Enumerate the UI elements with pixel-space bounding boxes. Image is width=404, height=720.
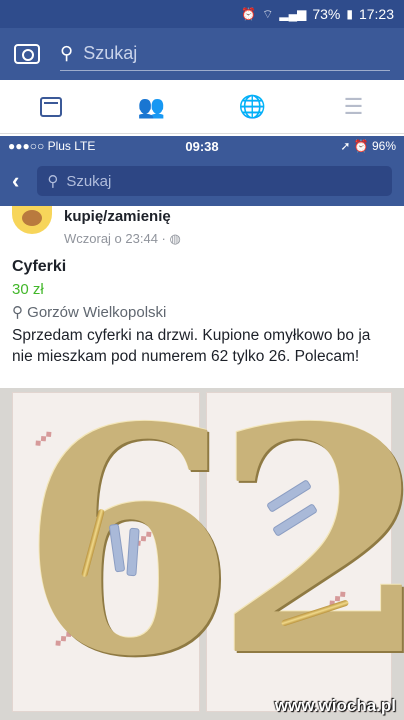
facebook-tab-bar: 👥 🌐 ☰ <box>0 80 404 134</box>
listing-description: Sprzedam cyferki na drzwi. Kupione omyłk… <box>12 327 371 365</box>
post-header: kupię/zamienię Wczoraj o 23:44 · ◍ <box>0 206 404 256</box>
tab-friends[interactable]: 👥 <box>132 87 172 127</box>
listing-price: 30 zł <box>12 281 44 298</box>
brass-digit-two: 2 <box>214 388 404 720</box>
friends-icon: 👥 <box>137 93 166 119</box>
globe-privacy-icon: ◍ <box>169 231 181 246</box>
listing-location: ⚲ Gorzów Wielkopolski <box>12 303 166 321</box>
wifi-icon: ⌔ <box>262 6 274 21</box>
search-icon: ⚲ <box>47 173 59 190</box>
clock: 17:23 <box>358 6 394 22</box>
group-avatar[interactable] <box>12 206 52 234</box>
location-text: Gorzów Wielkopolski <box>27 304 167 321</box>
android-status-bar: ⏰ ⌔ ▂▄▆ 73% ▮ 17:23 <box>0 0 404 28</box>
search-placeholder: Szukaj <box>83 43 138 63</box>
signal-icon: ▂▄▆ <box>279 7 307 21</box>
watermark: www.wiocha.pl <box>274 696 396 715</box>
battery-level: 73% <box>312 6 341 22</box>
carrier: ●●●○○ Plus LTE <box>8 139 96 153</box>
listing-photo[interactable]: ◆◆◆ ◆◆◆ ◆◆◆ ◆◆◆ ◆◆◆ 6 2 www.wiocha.pl <box>0 388 404 720</box>
post-timestamp: Wczoraj o 23:44 · <box>64 231 170 246</box>
alarm-icon: ⏰ <box>241 7 257 21</box>
battery-icon: ▮ <box>346 7 353 21</box>
ios-battery: ➚ ⏰ 96% <box>340 139 396 153</box>
ios-search-placeholder: Szukaj <box>66 172 112 190</box>
post-time: Wczoraj o 23:44 · ◍ <box>64 231 181 247</box>
ios-status-bar: ●●●○○ Plus LTE 09:38 ➚ ⏰ 96% <box>0 136 404 156</box>
back-arrow-icon[interactable]: ‹ <box>12 168 19 194</box>
tab-news-feed[interactable] <box>31 87 71 127</box>
ios-nav-bar: ‹ ⚲ Szukaj <box>0 156 404 206</box>
ios-search-input[interactable]: ⚲ Szukaj <box>37 166 392 196</box>
location-pin-icon: ⚲ <box>12 304 23 321</box>
menu-icon: ☰ <box>343 93 364 119</box>
facebook-top-bar: ⚲ Szukaj <box>0 28 404 80</box>
ios-clock: 09:38 <box>185 138 219 154</box>
listing-title: Cyferki <box>12 258 67 275</box>
globe-icon: 🌐 <box>238 93 267 119</box>
camera-icon[interactable] <box>14 44 40 64</box>
search-input[interactable]: ⚲ Szukaj <box>60 37 390 71</box>
tab-globe[interactable]: 🌐 <box>233 87 273 127</box>
search-icon: ⚲ <box>60 43 74 63</box>
group-name[interactable]: kupię/zamienię <box>64 208 171 225</box>
news-feed-icon <box>39 96 62 117</box>
tab-menu[interactable]: ☰ <box>334 87 374 127</box>
